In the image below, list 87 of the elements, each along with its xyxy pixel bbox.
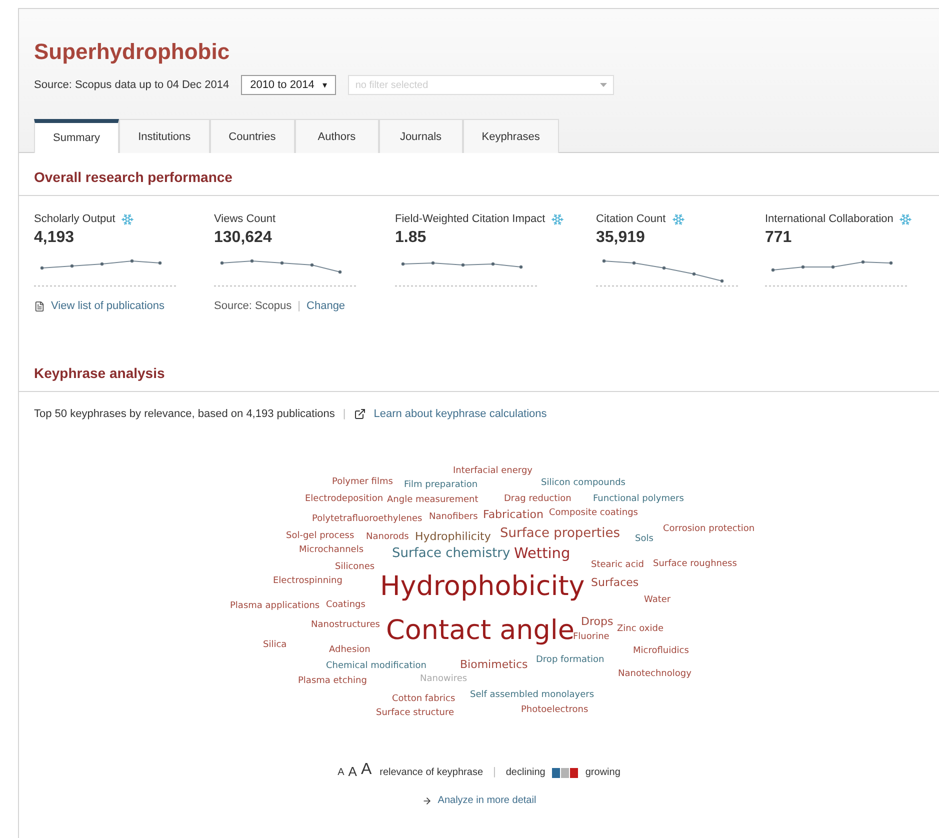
keyphrase[interactable]: Sols (635, 535, 654, 544)
keyphrase[interactable]: Plasma etching (298, 677, 367, 686)
keyphrase[interactable]: Contact angle (386, 617, 575, 644)
keyphrase[interactable]: Corrosion protection (663, 525, 755, 534)
tab[interactable]: Countries (210, 119, 295, 153)
tab[interactable]: Summary (34, 119, 120, 153)
tab[interactable]: Institutions (119, 119, 210, 153)
legend-label: declining (506, 767, 546, 778)
keyphrase[interactable]: Nanofibers (429, 513, 478, 522)
keyphrase[interactable]: Sol-gel process (286, 532, 354, 541)
year-range-dropdown[interactable]: 2010 to 2014 ▾ (241, 75, 336, 95)
separator: | (342, 408, 346, 420)
caret-icon (600, 83, 608, 87)
tab[interactable]: Journals (378, 119, 463, 153)
section-heading: Keyphrase analysis (19, 349, 939, 392)
separator: | (298, 300, 301, 312)
size-sample: A (338, 768, 344, 778)
keyphrase[interactable]: Drop formation (536, 656, 604, 665)
keyphrase[interactable]: Composite coatings (549, 509, 638, 518)
keyphrase[interactable]: Stearic acid (591, 561, 644, 570)
keyphrase[interactable]: Cotton fabrics (392, 695, 456, 704)
metric-value: 1.85 (395, 229, 428, 247)
arrow-icon (422, 796, 432, 806)
keyphrase[interactable]: Drops (581, 616, 614, 627)
section-heading: Overall research performance (19, 153, 939, 196)
keyphrase[interactable]: Polytetrafluoroethylenes (312, 515, 422, 524)
change-link[interactable]: Change (306, 300, 346, 312)
metric-value: 35,919 (596, 229, 646, 247)
keyphrase[interactable]: Water (644, 596, 671, 605)
learn-link[interactable]: Learn about keyphrase calculations (374, 408, 547, 420)
metric-value: 130,624 (214, 229, 273, 247)
size-sample: A (348, 765, 357, 778)
keyphrase[interactable]: Fabrication (483, 509, 544, 520)
keyphrase[interactable]: Self assembled monolayers (470, 691, 594, 700)
keyphrase[interactable]: Fluorine (573, 633, 610, 642)
keyphrase[interactable]: Adhesion (329, 646, 370, 655)
keyphrase[interactable]: Surface properties (500, 527, 620, 540)
keyphrase[interactable]: Silicon compounds (541, 479, 626, 488)
metric-value: 771 (765, 229, 793, 247)
keyphrase[interactable]: Nanostructures (311, 621, 380, 630)
keyphrase[interactable]: Polymer films (332, 478, 393, 487)
legend-label: growing (585, 767, 620, 778)
keyphrase-description: Top 50 keyphrases by relevance, based on 4,193 publications (34, 408, 335, 420)
keyphrase[interactable]: Plasma applications (230, 602, 320, 611)
publications-link[interactable]: View list of publications (51, 300, 165, 312)
keyphrase[interactable]: Wetting (514, 547, 570, 562)
page-title: Superhydrophobic (34, 39, 231, 65)
keyphrase[interactable]: Surface chemistry (392, 547, 510, 560)
keyphrase[interactable]: Film preparation (404, 481, 478, 490)
keyphrase[interactable]: Drag reduction (504, 495, 572, 504)
keyphrase[interactable]: Nanotechnology (618, 670, 692, 679)
keyphrase[interactable]: Hydrophilicity (415, 531, 491, 542)
keyphrase[interactable]: Photoelectrons (521, 706, 588, 715)
separator: | (493, 766, 496, 778)
metric-name: Views Count (214, 213, 276, 225)
tab[interactable]: Authors (294, 119, 379, 153)
keyphrase[interactable]: Silicones (335, 563, 375, 572)
keyphrase[interactable]: Electrodeposition (305, 495, 384, 504)
keyphrase[interactable]: Electrospinning (273, 577, 342, 586)
document-icon (34, 300, 45, 312)
keyphrase[interactable]: Biomimetics (460, 659, 528, 670)
keyphrase[interactable]: Hydrophobicity (380, 573, 585, 600)
keyphrase[interactable]: Microchannels (299, 546, 364, 555)
keyphrase[interactable]: Surfaces (591, 577, 639, 588)
keyphrase[interactable]: Zinc oxide (617, 625, 664, 634)
keyphrase[interactable]: Silica (263, 641, 287, 650)
source-text: Source: Scopus data up to 04 Dec 2014 (34, 79, 230, 91)
keyphrase[interactable]: Interfacial energy (453, 467, 532, 476)
keyphrase[interactable]: Microfluidics (633, 647, 689, 656)
keyphrase[interactable]: Coatings (326, 601, 366, 610)
views-source: Source: Scopus (214, 300, 292, 312)
external-link-icon (354, 408, 366, 420)
metric-name: Field-Weighted Citation Impact (395, 213, 546, 225)
keyphrase[interactable]: Chemical modification (326, 662, 426, 671)
metric-name: Citation Count (596, 213, 666, 225)
metric-value: 4,193 (34, 229, 76, 247)
keyphrase[interactable]: Surface structure (376, 709, 454, 718)
keyphrase[interactable]: Nanorods (366, 533, 409, 542)
metric-name: International Collaboration (765, 213, 894, 225)
keyphrase[interactable]: Functional polymers (593, 495, 684, 504)
keyphrase[interactable]: Surface roughness (653, 560, 737, 569)
keyphrase[interactable]: Angle measurement (387, 496, 478, 505)
legend-label: relevance of keyphrase (380, 767, 484, 778)
analyze-link[interactable]: Analyze in more detail (438, 795, 536, 806)
tab[interactable]: Keyphrases (462, 119, 559, 153)
metric-name: Scholarly Output (34, 213, 116, 225)
size-sample: A (360, 762, 372, 778)
